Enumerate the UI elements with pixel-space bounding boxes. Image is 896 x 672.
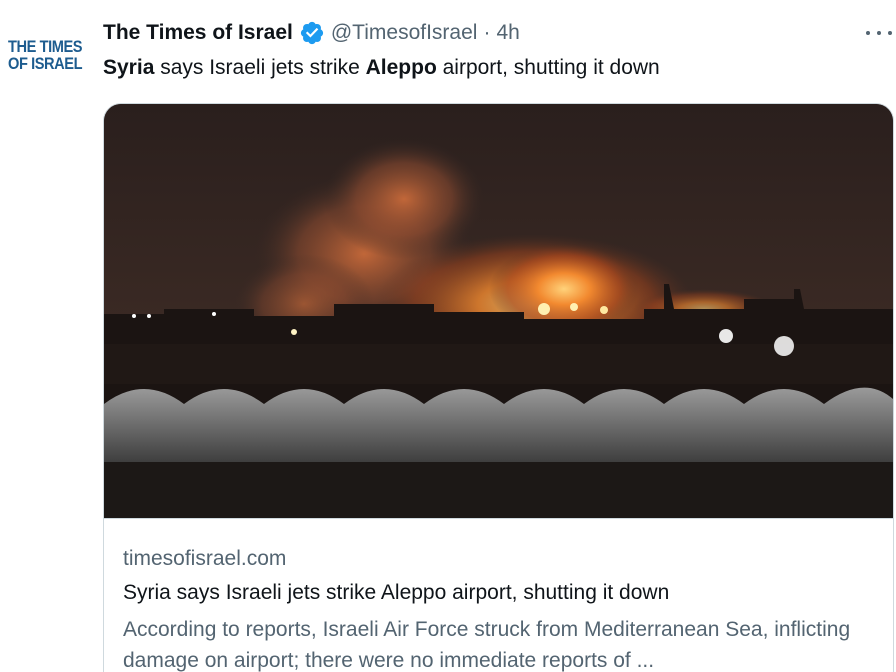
verified-badge-icon[interactable] <box>299 20 325 46</box>
logo-line-1: THE TIMES <box>8 37 83 56</box>
tweet-text: Syria says Israeli jets strike Aleppo ai… <box>103 54 660 82</box>
explosion-photo <box>104 104 893 518</box>
timestamp[interactable]: 4h <box>496 21 519 45</box>
more-dot <box>877 31 881 35</box>
avatar[interactable]: THE TIMES OF ISRAEL <box>8 30 84 80</box>
more-options-icon[interactable] <box>866 22 892 44</box>
card-image[interactable] <box>104 104 893 518</box>
tweet-text-part[interactable]: Aleppo <box>366 56 437 79</box>
tweet-text-part: says Israeli jets strike <box>154 56 366 79</box>
card-domain: timesofisrael.com <box>123 547 287 570</box>
display-name[interactable]: The Times of Israel <box>103 21 293 45</box>
link-card[interactable]: timesofisrael.com Syria says Israeli jet… <box>103 103 894 672</box>
tweet-text-part: airport, shutting it down <box>436 56 660 79</box>
more-dot <box>888 31 892 35</box>
more-dot <box>866 31 870 35</box>
tweet-header: The Times of Israel @TimesofIsrael · 4h <box>103 18 520 48</box>
card-meta[interactable]: timesofisrael.com Syria says Israeli jet… <box>104 518 893 672</box>
card-title: Syria says Israeli jets strike Aleppo ai… <box>123 581 670 604</box>
separator-dot: · <box>483 21 491 44</box>
handle[interactable]: @TimesofIsrael <box>331 21 478 45</box>
tweet-text-part[interactable]: Syria <box>103 56 154 79</box>
card-description: According to reports, Israeli Air Force … <box>123 618 851 672</box>
logo-line-2: OF ISRAEL <box>8 54 83 73</box>
tweet[interactable]: THE TIMES OF ISRAEL The Times of Israel … <box>0 0 896 672</box>
